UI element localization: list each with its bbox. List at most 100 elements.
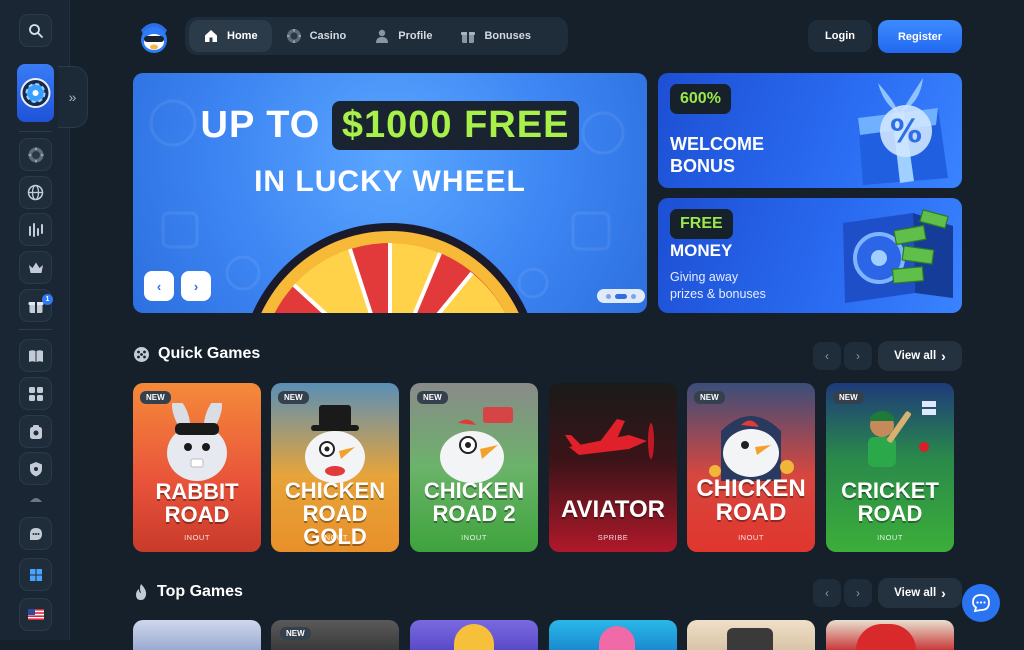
nav-profile-label: Profile (398, 30, 433, 42)
nav-casino[interactable]: Casino (272, 20, 361, 52)
promo-free-money[interactable]: FREE MONEY Giving away prizes & bonuses (658, 198, 962, 313)
promo-welcome-tag: 600% (670, 84, 731, 114)
game-card-cricket-road[interactable]: NEW CRICKET ROAD INOUT (826, 383, 954, 552)
casino-chip-icon (286, 29, 301, 43)
sidebar-item-vip[interactable] (19, 251, 52, 284)
top-game-card[interactable] (133, 620, 261, 650)
nav-bonuses[interactable]: Bonuses (446, 20, 544, 52)
game-card-chicken-road-2[interactable]: NEW CHICKEN ROAD 2 INOUT (410, 383, 538, 552)
sidebar-item-windows-app[interactable] (19, 558, 52, 591)
sidebar: » 1 (0, 0, 88, 640)
quick-games-prev-button[interactable]: ‹ (813, 342, 841, 370)
hero-prev-button[interactable]: ‹ (144, 271, 174, 301)
shield-icon (29, 461, 42, 476)
chevron-right-icon: › (856, 586, 860, 600)
quick-games-view-all-button[interactable]: View all › (878, 341, 962, 371)
sidebar-item-country[interactable] (19, 598, 52, 631)
chevron-right-icon: › (941, 585, 946, 601)
top-games-title: Top Games (157, 583, 243, 600)
user-icon (376, 29, 389, 43)
dice-icon (134, 346, 149, 362)
sidebar-item-rules[interactable] (19, 339, 52, 372)
quick-games-heading: Quick Games (133, 345, 260, 363)
game-provider: INOUT (184, 533, 210, 542)
lucky-wheel-button[interactable] (17, 64, 54, 122)
hero-next-button[interactable]: › (181, 271, 211, 301)
top-game-card[interactable] (826, 620, 954, 650)
hero-headline-highlight: $1000 FREE (331, 101, 580, 150)
hero-pagination-dot[interactable] (606, 293, 611, 299)
register-button[interactable]: Register (878, 20, 962, 53)
sidebar-item-language[interactable] (19, 176, 52, 209)
nav-home[interactable]: Home (189, 20, 272, 52)
top-game-card[interactable] (410, 620, 538, 650)
sidebar-item-games[interactable] (19, 377, 52, 410)
promo-welcome-bonus[interactable]: % 600% WELCOME BONUS (658, 73, 962, 188)
game-card-rabbit-road[interactable]: NEW RABBIT ROAD INOUT (133, 383, 261, 552)
chevron-left-icon: ‹ (825, 349, 829, 363)
hero-headline: UP TO $1000 FREE (133, 101, 647, 150)
sidebar-item-security[interactable] (19, 452, 52, 485)
chicken-character-illustration (305, 405, 365, 483)
hero-pagination-dot[interactable] (615, 293, 627, 299)
hero-banner[interactable]: UP TO $1000 FREE IN LUCKY WHEEL ‹ › (133, 73, 647, 313)
game-card-aviator[interactable]: AVIATOR SPRIBE (549, 383, 677, 552)
chevron-right-icon: › (193, 278, 199, 294)
chevrons-right-icon: » (68, 89, 77, 105)
nav-home-label: Home (227, 30, 258, 42)
top-game-card[interactable]: NEW (271, 620, 399, 650)
new-badge: NEW (417, 391, 448, 404)
top-games-prev-button[interactable]: ‹ (813, 579, 841, 607)
nav-casino-label: Casino (309, 30, 347, 42)
sidebar-expand-button[interactable]: » (58, 66, 88, 128)
lucky-wheel-illustration (252, 223, 528, 313)
top-game-art (454, 624, 494, 650)
login-button[interactable]: Login (808, 20, 872, 52)
sidebar-item-sports[interactable] (19, 213, 52, 246)
game-card-chicken-road-gold[interactable]: NEW CHICKEN ROAD GOLD INOUT (271, 383, 399, 552)
live-chat-button[interactable] (962, 584, 1000, 622)
game-provider: INOUT (322, 533, 348, 542)
sidebar-item-gifts[interactable]: 1 (19, 289, 53, 322)
game-title-line1: AVIATOR (560, 496, 665, 523)
view-all-label: View all (894, 350, 937, 362)
top-games-view-all-button[interactable]: View all › (878, 578, 962, 608)
chevron-left-icon: ‹ (825, 586, 829, 600)
game-title-line1: CHICKEN (423, 478, 525, 503)
sidebar-divider (19, 329, 52, 330)
top-game-card[interactable] (549, 620, 677, 650)
game-card-chicken-road[interactable]: NEW CHICKEN ROAD INOUT (687, 383, 815, 552)
game-title-line2: ROAD (715, 499, 787, 526)
hat-icon (29, 498, 42, 502)
chevron-right-icon: › (856, 349, 860, 363)
search-button[interactable] (19, 14, 52, 47)
crown-icon (28, 262, 43, 273)
new-badge: NEW (833, 391, 864, 404)
top-game-art (856, 624, 916, 650)
sidebar-item-casino[interactable] (19, 138, 52, 171)
new-badge: NEW (140, 391, 171, 404)
top-game-card[interactable] (687, 620, 815, 650)
sidebar-item-support[interactable] (19, 517, 52, 550)
quick-games-next-button[interactable]: › (844, 342, 872, 370)
main-nav: Home Casino Profile Bonuses (185, 17, 568, 55)
game-title-line1: CHICKEN (284, 478, 386, 503)
new-badge: NEW (280, 627, 311, 640)
sidebar-item-more[interactable] (19, 490, 52, 508)
game-provider: SPRIBE (597, 533, 629, 542)
hero-pagination-dot[interactable] (631, 293, 636, 299)
top-games-next-button[interactable]: › (844, 579, 872, 607)
game-title-line1: CHICKEN (696, 475, 806, 502)
nav-profile[interactable]: Profile (360, 20, 446, 52)
rabbit-character-illustration (167, 403, 227, 481)
game-title-line1: RABBIT (155, 479, 239, 504)
sidebar-item-bonus[interactable] (19, 415, 52, 448)
svg-text:%: % (890, 112, 922, 150)
game-provider: INOUT (738, 533, 764, 542)
globe-icon (27, 184, 44, 201)
sidebar-divider (19, 131, 52, 132)
top-game-art (599, 626, 635, 650)
site-logo[interactable] (135, 16, 173, 56)
promo-free-title: MONEY (670, 241, 733, 260)
chicken-character-illustration (440, 407, 513, 483)
